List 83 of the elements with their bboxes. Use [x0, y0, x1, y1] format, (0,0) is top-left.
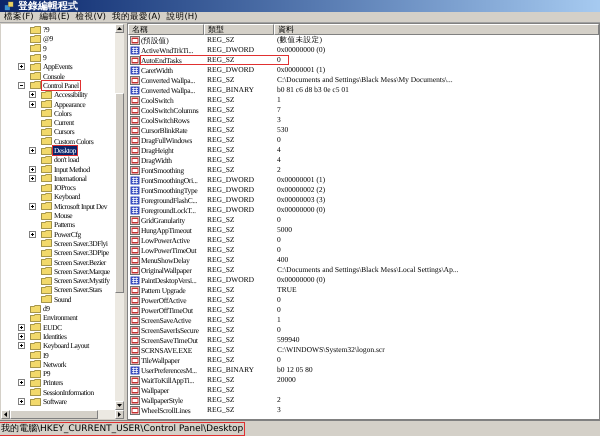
folder-icon [30, 34, 41, 43]
binary-value-icon [130, 186, 140, 194]
folder-icon [41, 276, 52, 285]
folder-icon [30, 81, 41, 90]
folder-icon [41, 174, 52, 182]
registry-icon [4, 1, 14, 11]
expand-icon[interactable] [18, 398, 25, 406]
scroll-up-icon[interactable] [117, 27, 122, 30]
status-text: 我的電腦\HKEY_CURRENT_USER\Control Panel\Desktop [0, 422, 244, 434]
folder-icon [30, 26, 41, 34]
folder-icon [41, 137, 52, 146]
expand-icon[interactable] [29, 174, 36, 182]
string-value-icon [130, 36, 140, 44]
window-title: 登錄編輯程式 [18, 0, 78, 12]
scroll-down-icon[interactable] [117, 404, 122, 407]
folder-icon [41, 90, 52, 99]
folder-icon [41, 118, 52, 127]
folder-icon [30, 332, 41, 340]
column-header[interactable]: 類型 [204, 24, 274, 35]
folder-icon [30, 351, 41, 360]
folder-icon [41, 230, 52, 238]
expand-icon[interactable] [18, 63, 25, 70]
folder-icon [30, 342, 41, 350]
expand-icon[interactable] [18, 332, 25, 340]
collapse-icon[interactable] [18, 82, 25, 89]
expand-icon[interactable] [29, 166, 36, 173]
expand-icon[interactable] [18, 342, 25, 350]
folder-icon [41, 267, 52, 276]
folder-icon [30, 54, 41, 62]
menu-item[interactable]: 檢視(V) [76, 12, 106, 22]
folder-icon [41, 212, 52, 220]
menu-item[interactable]: 我的最愛(A) [112, 12, 160, 22]
expand-icon[interactable] [29, 202, 36, 210]
expand-icon[interactable] [18, 324, 25, 331]
folder-icon [41, 192, 52, 201]
binary-value-icon [130, 46, 140, 54]
binary-value-icon [130, 196, 140, 204]
folder-icon [41, 184, 52, 192]
folder-icon [41, 165, 52, 174]
folder-icon [30, 370, 41, 378]
folder-icon [30, 378, 41, 387]
menu-item[interactable]: 編輯(E) [40, 12, 70, 22]
vertical-scrollbar[interactable] [115, 24, 124, 410]
folder-icon [41, 109, 52, 118]
folder-icon [41, 100, 52, 108]
binary-value-icon [130, 366, 140, 374]
folder-icon [41, 239, 52, 248]
folder-icon [41, 258, 52, 266]
binary-value-icon [130, 176, 140, 184]
folder-icon [41, 220, 52, 229]
scroll-left-icon[interactable] [4, 412, 7, 417]
folder-icon [41, 248, 52, 257]
string-value-icon [130, 56, 140, 64]
binary-value-icon [130, 206, 140, 214]
folder-icon [30, 44, 41, 52]
folder-icon [30, 323, 41, 332]
folder-icon [30, 360, 41, 368]
binary-value-icon [130, 86, 140, 94]
scroll-right-icon[interactable] [118, 412, 121, 417]
folder-icon [41, 156, 52, 164]
column-header[interactable]: 名稱 [128, 24, 204, 35]
folder-icon [30, 398, 41, 406]
folder-icon [41, 202, 52, 210]
folder-icon [30, 388, 41, 396]
expand-icon[interactable] [18, 379, 25, 386]
binary-value-icon [130, 276, 140, 284]
folder-icon [41, 286, 52, 294]
folder-icon [41, 128, 52, 136]
column-header[interactable]: 資料 [274, 24, 599, 35]
horizontal-scrollbar[interactable] [1, 410, 124, 419]
folder-icon [41, 295, 52, 304]
menu-item[interactable]: 說明(H) [166, 12, 198, 22]
expand-icon[interactable] [29, 230, 36, 238]
folder-icon [30, 304, 41, 313]
menu-item[interactable]: 檔案(F) [4, 12, 34, 22]
folder-icon [30, 62, 41, 71]
expand-icon[interactable] [29, 100, 36, 108]
folder-icon [30, 72, 41, 80]
expand-icon[interactable] [29, 91, 36, 98]
string-value-icon [130, 76, 140, 84]
folder-icon [30, 314, 41, 322]
binary-value-icon [130, 66, 140, 74]
expand-icon[interactable] [29, 147, 36, 154]
